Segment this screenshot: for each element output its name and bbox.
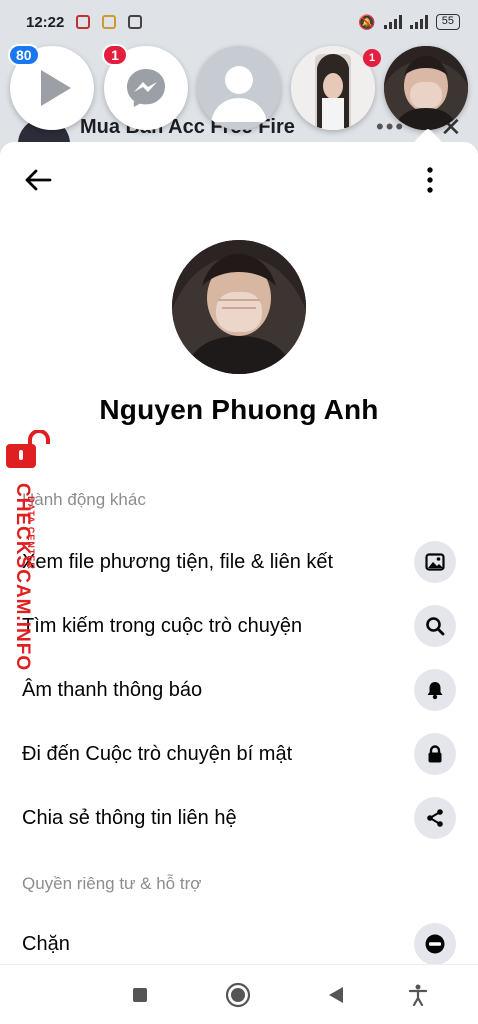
back-button[interactable] <box>18 162 58 198</box>
accessibility-icon <box>408 984 428 1006</box>
notification-icon <box>128 15 143 29</box>
triangle-back-icon <box>329 987 343 1003</box>
signal-icon <box>383 15 402 29</box>
notification-icon <box>102 15 117 29</box>
unread-badge: 1 <box>363 49 381 67</box>
user-placeholder-icon <box>211 66 267 122</box>
profile-photo[interactable] <box>172 240 306 374</box>
chat-head-default-avatar[interactable] <box>197 46 281 130</box>
chat-heads-bar: 80 1 1 <box>0 44 478 136</box>
vertical-dots-icon <box>427 167 433 193</box>
chat-head-active[interactable] <box>384 46 468 130</box>
status-indicators: 🔕 55 <box>358 14 460 31</box>
watermark: DATA CENTER CHECKSCAM.INFO <box>0 430 60 672</box>
home-button[interactable] <box>224 981 252 1009</box>
lock-icon <box>414 733 456 775</box>
search-icon <box>414 605 456 647</box>
battery-indicator: 55 <box>435 14 460 30</box>
status-bar: 12:22 🔕 55 <box>0 0 478 44</box>
profile-photo-image <box>384 46 468 130</box>
conversation-info-sheet: Nguyen Phuong Anh Hành động khác Xem fil… <box>0 142 478 965</box>
action-notification-sounds[interactable]: Âm thanh thông báo <box>0 662 478 718</box>
action-label: Đi đến Cuộc trò chuyện bí mật <box>22 742 293 765</box>
messenger-icon <box>127 69 165 107</box>
unread-badge: 80 <box>8 44 40 66</box>
action-label: Âm thanh thông báo <box>22 678 203 701</box>
chat-head-messenger[interactable]: 1 <box>102 44 188 130</box>
profile-name: Nguyen Phuong Anh <box>99 394 379 425</box>
action-share-contact[interactable]: Chia sẻ thông tin liên hệ <box>0 790 478 846</box>
notification-icon <box>76 15 91 29</box>
signal-icon <box>409 15 428 29</box>
action-label: Chặn <box>22 932 70 955</box>
recents-button[interactable] <box>126 981 154 1009</box>
unread-badge: 1 <box>102 44 128 66</box>
more-options-button[interactable] <box>412 162 448 198</box>
arrow-left-icon <box>25 169 52 191</box>
watermark-brand: CHECKSCAM.INFO <box>12 483 33 672</box>
mute-icon: 🔕 <box>358 13 376 30</box>
accessibility-button[interactable] <box>404 981 432 1009</box>
share-icon <box>414 797 456 839</box>
system-navigation-bar <box>0 964 478 1024</box>
home-circle-icon <box>225 982 251 1008</box>
action-search-conversation[interactable]: Tìm kiếm trong cuộc trò chuyện <box>0 598 478 654</box>
section-title-privacy-support: Quyền riêng tư & hỗ trợ <box>22 874 202 893</box>
square-icon <box>133 988 147 1002</box>
action-secret-conversation[interactable]: Đi đến Cuộc trò chuyện bí mật <box>0 726 478 782</box>
back-nav-button[interactable] <box>322 981 350 1009</box>
status-time: 12:22 <box>26 13 65 31</box>
action-label: Chia sẻ thông tin liên hệ <box>22 806 237 829</box>
action-label: Tìm kiếm trong cuộc trò chuyện <box>22 614 303 637</box>
image-icon <box>414 541 456 583</box>
watermark-lock-icon <box>6 430 50 468</box>
action-label: Xem file phương tiện, file & liên kết <box>22 550 334 573</box>
action-view-media[interactable]: Xem file phương tiện, file & liên kết <box>0 534 478 590</box>
profile-photo-image <box>172 240 306 374</box>
bell-icon <box>414 669 456 711</box>
chat-head-video[interactable]: 80 <box>8 44 94 130</box>
block-icon <box>414 923 456 965</box>
play-icon <box>41 70 71 106</box>
